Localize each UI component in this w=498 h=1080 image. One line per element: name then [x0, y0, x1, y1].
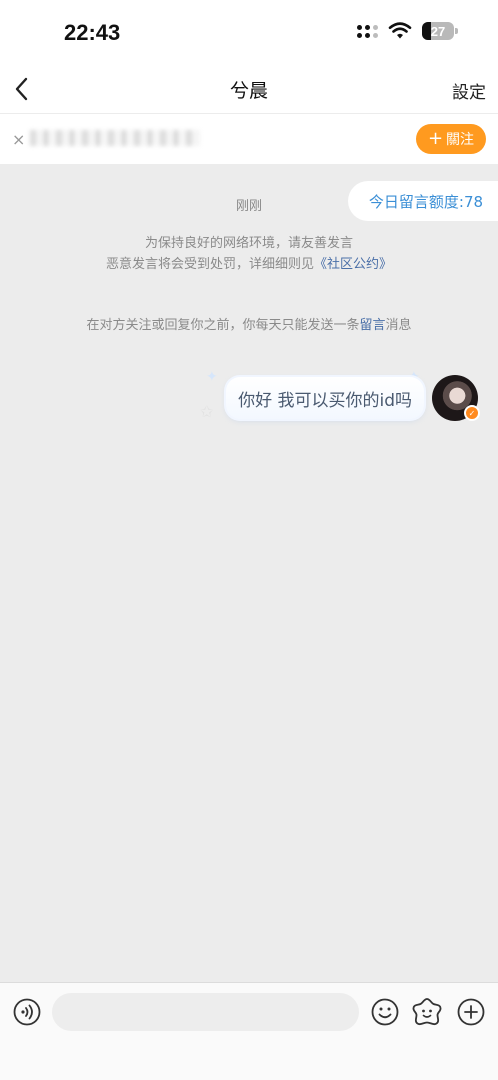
quota-badge: 今日留言额度:78 [348, 181, 498, 221]
emoji-icon[interactable] [370, 997, 400, 1027]
battery-level: 27 [430, 23, 446, 39]
status-bar: 22:43 27 [0, 0, 498, 64]
blurred-tip-text [30, 130, 200, 146]
notice-line-2: 恶意发言将会受到处罚，详细细则见《社区公约》 [0, 254, 498, 275]
battery-icon: 27 [422, 22, 458, 40]
star-outline-icon: ✩ [200, 402, 214, 421]
verified-badge-icon: ✓ [464, 405, 480, 421]
plus-circle-icon[interactable] [456, 997, 486, 1027]
input-bar [0, 982, 498, 1080]
sticker-icon[interactable] [411, 996, 443, 1028]
nav-bar: 兮晨 設定 [0, 64, 498, 114]
sparkle-icon: ✦ [206, 369, 218, 385]
follow-label: 關注 [446, 132, 475, 148]
wifi-icon [388, 22, 412, 39]
notice-line-2-text: 恶意发言将会受到处罚，详细细则见 [105, 257, 314, 272]
close-icon[interactable]: × [12, 130, 25, 149]
message-bubble[interactable]: 你好 我可以买你的id吗 [226, 377, 424, 419]
message-input[interactable] [52, 993, 359, 1031]
plus-icon: + [427, 128, 444, 149]
limit-text-prefix: 在对方关注或回复你之前，你每天只能发送一条 [86, 318, 360, 333]
message-limit-notice: 在对方关注或回复你之前，你每天只能发送一条留言消息 [0, 314, 498, 333]
limit-text-suffix: 消息 [385, 318, 412, 333]
community-notice: 为保持良好的网络环境，请友善发言 恶意发言将会受到处罚，详细细则见《社区公约》 [0, 233, 498, 275]
community-rules-link[interactable]: 《社区公约》 [314, 257, 392, 272]
limit-text-highlight: 留言 [359, 318, 386, 333]
follow-button[interactable]: + 關注 [416, 124, 486, 154]
tip-bar: × + 關注 [0, 114, 498, 164]
status-time: 22:43 [64, 20, 121, 45]
message-text: 你好 我可以买你的id吗 [238, 390, 412, 411]
voice-icon[interactable] [12, 997, 42, 1027]
settings-button[interactable]: 設定 [452, 78, 486, 103]
cellular-signal-icon [357, 24, 378, 38]
notice-line-1: 为保持良好的网络环境，请友善发言 [144, 236, 353, 251]
page-title: 兮晨 [229, 80, 268, 102]
status-icons: 27 [357, 22, 458, 40]
